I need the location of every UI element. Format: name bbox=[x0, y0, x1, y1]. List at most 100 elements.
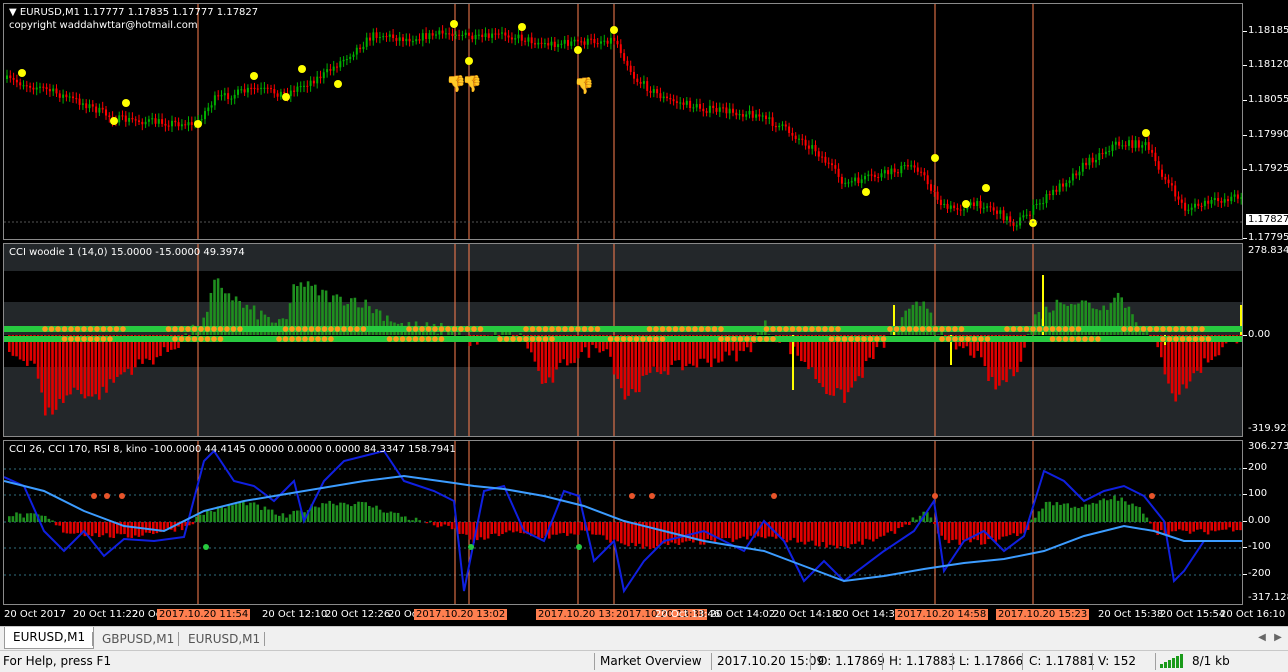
cci-dot bbox=[49, 326, 55, 332]
kino-bar bbox=[112, 522, 115, 538]
kino-bar bbox=[742, 522, 745, 537]
kino-bar bbox=[566, 522, 569, 536]
tab-gbpusd-m1[interactable]: GBPUSD,M1 bbox=[94, 630, 182, 648]
kino-bar bbox=[397, 513, 400, 522]
candle bbox=[666, 97, 668, 98]
candle bbox=[788, 126, 790, 132]
profile-name[interactable]: Market Overview bbox=[600, 654, 702, 668]
kino-bar bbox=[1135, 506, 1138, 522]
rsi-dot bbox=[932, 493, 938, 499]
candle bbox=[244, 89, 246, 92]
price-chart-canvas[interactable]: 👎👎👎 bbox=[4, 4, 1243, 240]
candle bbox=[178, 122, 180, 126]
kino-bar bbox=[40, 516, 43, 522]
kino-bar bbox=[681, 522, 684, 542]
price-chart-pane[interactable]: 👎👎👎 ▼ EURUSD,M1 1.17777 1.17835 1.17777 … bbox=[3, 3, 1243, 240]
candle bbox=[161, 119, 163, 124]
cci-dot bbox=[900, 326, 906, 332]
tab-eurusd-m1-2[interactable]: EURUSD,M1 bbox=[180, 630, 268, 648]
kino-bar bbox=[958, 522, 961, 545]
candle bbox=[1164, 177, 1166, 180]
candle bbox=[659, 93, 661, 98]
cci-rsi-pane[interactable]: CCI 26, CCI 170, RSI 8, kino -100.0000 4… bbox=[3, 440, 1243, 605]
tab-eurusd-m1[interactable]: EURUSD,M1 bbox=[4, 627, 94, 649]
cci-histogram-bar bbox=[105, 335, 108, 393]
candle bbox=[716, 108, 718, 112]
kino-bar bbox=[631, 522, 634, 543]
candle bbox=[448, 33, 450, 34]
kino-bar bbox=[375, 506, 378, 522]
cci-histogram-bar bbox=[937, 334, 940, 335]
signal-dot bbox=[298, 65, 306, 73]
time-label: 20 Oct 2017 bbox=[4, 609, 66, 620]
connection-bars-icon[interactable] bbox=[1160, 654, 1188, 671]
cci-dot bbox=[738, 336, 744, 342]
kino-bar bbox=[854, 522, 857, 544]
cci-dot bbox=[322, 336, 328, 342]
kino-bar bbox=[872, 522, 875, 541]
candle bbox=[405, 39, 407, 41]
candle bbox=[379, 37, 381, 38]
cci-dot bbox=[302, 336, 308, 342]
rsi-dot bbox=[104, 493, 110, 499]
kino-bar bbox=[48, 519, 51, 522]
rsi-dot bbox=[91, 493, 97, 499]
cci-dot bbox=[939, 336, 945, 342]
kino-bar bbox=[231, 505, 234, 522]
kino-bar bbox=[829, 522, 832, 545]
kino-bar bbox=[796, 522, 799, 543]
cci-woodie-canvas[interactable] bbox=[4, 244, 1243, 437]
kino-bar bbox=[847, 522, 850, 548]
candle bbox=[145, 122, 147, 124]
cci-dot bbox=[673, 326, 679, 332]
kino-bar bbox=[156, 522, 159, 533]
price-label: 1.17795 bbox=[1248, 232, 1288, 243]
time-label: 20 Oct 14:02 bbox=[710, 609, 775, 620]
kino-bar bbox=[714, 522, 717, 543]
candle bbox=[1032, 205, 1034, 215]
cci-dot bbox=[341, 326, 347, 332]
candle bbox=[98, 108, 100, 113]
cci-histogram-bar bbox=[818, 335, 821, 383]
cci-dot bbox=[322, 326, 328, 332]
kino-bar bbox=[418, 520, 421, 522]
kino-bar bbox=[404, 516, 407, 522]
kino-bar bbox=[318, 507, 321, 522]
candle bbox=[1098, 153, 1100, 160]
kino-bar bbox=[289, 514, 292, 522]
cci-dot bbox=[959, 326, 965, 332]
cci-rsi-canvas[interactable] bbox=[4, 441, 1243, 605]
kino-bar bbox=[728, 522, 731, 538]
cci-histogram-bar bbox=[768, 334, 771, 335]
kino-bar bbox=[444, 522, 447, 525]
candle bbox=[1240, 197, 1242, 198]
price-label: 1.18055 bbox=[1248, 94, 1288, 105]
cci-dot bbox=[783, 326, 789, 332]
candle bbox=[1108, 151, 1110, 152]
kino-bar bbox=[1124, 501, 1127, 522]
scroll-left-icon[interactable]: ◀ bbox=[1256, 632, 1268, 644]
cci-histogram-bar bbox=[847, 335, 850, 392]
kino-bar bbox=[616, 522, 619, 541]
cci-dot bbox=[569, 326, 575, 332]
time-axis[interactable]: 20 Oct 2017 20 Oct 11:22 20 Oct 11:38 20… bbox=[0, 605, 1288, 625]
cci-dot bbox=[770, 336, 776, 342]
candle bbox=[409, 39, 411, 41]
time-label: 20 Oct 15:54 bbox=[1160, 609, 1225, 620]
cci-dot bbox=[588, 326, 594, 332]
candle bbox=[399, 37, 401, 40]
candle bbox=[296, 87, 298, 92]
cci-dot bbox=[868, 336, 874, 342]
cci-dot bbox=[627, 336, 633, 342]
candle bbox=[735, 113, 737, 115]
cci-woodie-pane[interactable]: CCI woodie 1 (14,0) 15.0000 -15.0000 49.… bbox=[3, 243, 1243, 437]
candle bbox=[854, 178, 856, 182]
candle bbox=[993, 207, 995, 210]
collapse-triangle-icon[interactable]: ▼ bbox=[9, 7, 17, 18]
kino-bar bbox=[908, 522, 911, 525]
cci-dot bbox=[835, 336, 841, 342]
scroll-right-icon[interactable]: ▶ bbox=[1272, 632, 1284, 644]
kino-bar bbox=[134, 522, 137, 535]
cci-histogram-bar bbox=[836, 335, 839, 388]
candle bbox=[1079, 172, 1081, 176]
